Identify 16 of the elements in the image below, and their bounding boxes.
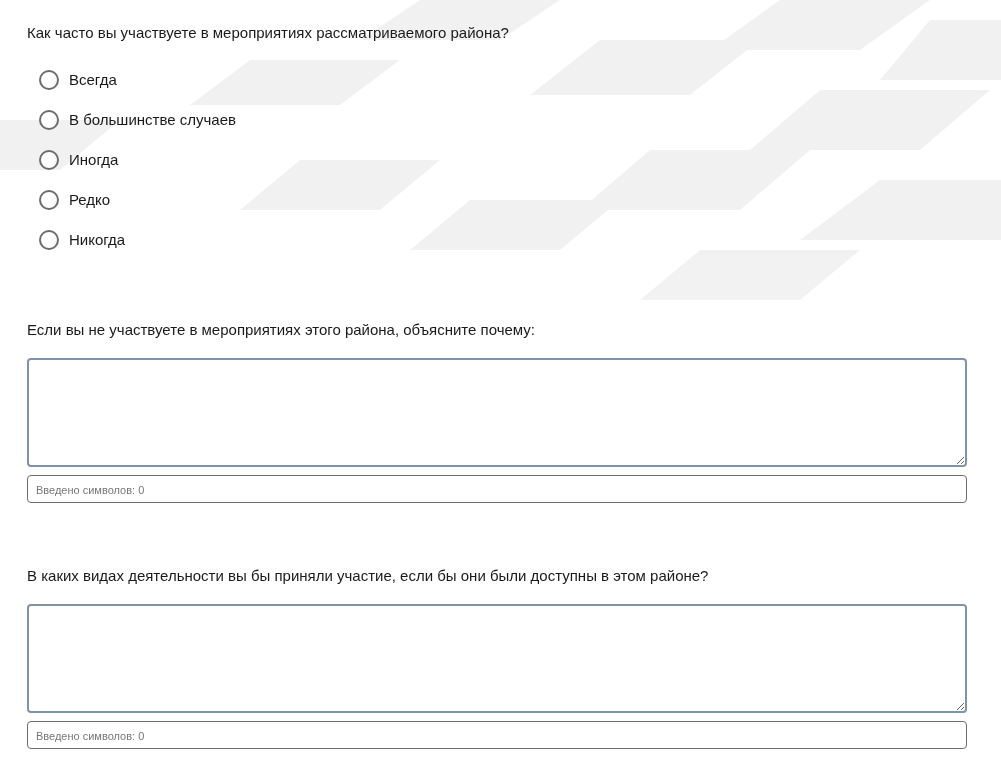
question-text: В каких видах деятельности вы бы приняли участие, если бы они были доступны в этом районе? (27, 567, 710, 585)
answer-box[interactable] (27, 604, 967, 713)
question-text: Если вы не участвуете в мероприятиях этого района, объясните почему: (27, 321, 536, 339)
answer-box[interactable] (27, 358, 967, 467)
radio-button[interactable] (39, 190, 59, 210)
question-text: Как часто вы участвуете в мероприятиях рассматриваемого района? (27, 24, 510, 42)
option-label[interactable]: Никогда (69, 228, 126, 252)
radio-button[interactable] (39, 70, 59, 90)
option-label[interactable]: Всегда (69, 68, 117, 92)
option-label[interactable]: Редко (69, 188, 111, 212)
option-label[interactable]: Иногда (69, 148, 119, 172)
character-counter: Введено символов: 0 (27, 475, 967, 503)
radio-button[interactable] (39, 230, 59, 250)
radio-button[interactable] (39, 110, 59, 130)
character-counter: Введено символов: 0 (27, 721, 967, 749)
option-label[interactable]: В большинстве случаев (69, 108, 236, 132)
